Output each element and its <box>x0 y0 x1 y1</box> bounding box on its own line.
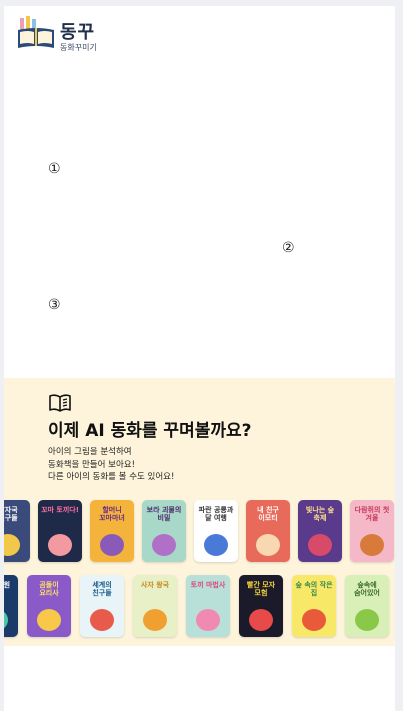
page: 동꾸 동화꾸미기 ① ② ③ 이제 AI 동화를 꾸며볼까요? 아이의 그림을 … <box>4 6 395 711</box>
book-cover-illustration <box>204 534 228 556</box>
book-cover-title: 곰돌이 요리사 <box>39 581 59 597</box>
book-cover[interactable]: 파란 공룡과 달 여행 <box>194 500 238 562</box>
book-cover[interactable]: 세계의 친구들 <box>80 575 124 637</box>
book-cover[interactable]: 빨간 모자 모험 <box>239 575 283 637</box>
book-cover-illustration <box>256 534 280 556</box>
book-cover[interactable]: 빛나는 숲 축제 <box>298 500 342 562</box>
logo-icon[interactable] <box>16 14 56 52</box>
book-cover-title: 토끼 마법사 <box>190 581 226 589</box>
promo-description-line: 동화책을 만들어 보아요! <box>48 459 136 470</box>
book-cover-illustration <box>48 534 72 556</box>
book-cover-illustration <box>152 534 176 556</box>
book-carousel-row-1[interactable]: 발자국 친구들 꼬마 토끼다! 할머니 꼬마마녀 보라 괴물의 비밀 파란 공룡과 달 … <box>4 500 395 564</box>
book-cover-title: 빛나는 숲 축제 <box>305 506 335 522</box>
book-cover-title: 꼬마 토끼다! <box>41 506 79 514</box>
book-cover-illustration <box>4 534 20 556</box>
book-cover-title: 파란 공룡과 달 여행 <box>198 506 234 522</box>
step-3-marker: ③ <box>48 297 61 313</box>
book-cover-title: 빨간 모자 모험 <box>246 581 276 597</box>
book-cover[interactable]: 사자 왕국 <box>133 575 177 637</box>
book-cover-illustration <box>308 534 332 556</box>
promo-section: 이제 AI 동화를 꾸며볼까요? 아이의 그림을 분석하여 동화책을 만들어 보… <box>4 378 395 646</box>
book-cover-title: 보라 괴물의 비밀 <box>146 506 182 522</box>
book-cover[interactable]: 발자국 친구들 <box>4 500 30 562</box>
promo-description-line: 아이의 그림을 분석하여 <box>48 447 132 457</box>
book-cover[interactable]: 하늘 정원 <box>4 575 18 637</box>
book-cover-illustration <box>100 534 124 556</box>
step-1-marker: ① <box>48 161 61 177</box>
book-cover-illustration <box>360 534 384 556</box>
book-cover-title: 숲속에 숨어있어 <box>354 581 380 597</box>
book-cover-title: 다람쥐의 첫 겨울 <box>354 506 390 522</box>
promo-description: 아이의 그림을 분석하여 동화책을 만들어 보아요! 다른 아이의 동화를 볼 … <box>48 446 174 484</box>
book-cover[interactable]: 다람쥐의 첫 겨울 <box>350 500 394 562</box>
header: 동꾸 동화꾸미기 <box>16 12 216 56</box>
book-cover[interactable]: 숲 속의 작은 집 <box>292 575 336 637</box>
step-2-marker: ② <box>282 240 295 256</box>
logo-title[interactable]: 동꾸 <box>60 18 95 44</box>
book-cover-title: 할머니 꼬마마녀 <box>99 506 125 522</box>
book-cover-title: 내 친구 이모티 <box>257 506 279 522</box>
promo-description-line: 다른 아이의 동화를 볼 수도 있어요! <box>48 472 175 482</box>
book-cover[interactable]: 보라 괴물의 비밀 <box>142 500 186 562</box>
promo-title: 이제 AI 동화를 꾸며볼까요? <box>48 421 252 441</box>
book-cover-title: 숲 속의 작은 집 <box>295 581 333 597</box>
book-carousel-row-2[interactable]: 하늘 정원 곰돌이 요리사 세계의 친구들 사자 왕국 토끼 마법사 빨간 모자 모험 숲 … <box>4 575 395 639</box>
book-cover-title: 발자국 친구들 <box>4 506 18 522</box>
book-cover-title: 하늘 정원 <box>4 581 11 589</box>
book-cover-illustration <box>249 609 273 631</box>
book-cover[interactable]: 숲속에 숨어있어 <box>345 575 389 637</box>
book-cover-illustration <box>37 609 61 631</box>
book-cover-illustration <box>355 609 379 631</box>
book-cover-illustration <box>302 609 326 631</box>
book-cover[interactable]: 내 친구 이모티 <box>246 500 290 562</box>
book-cover-illustration <box>143 609 167 631</box>
book-cover-title: 사자 왕국 <box>140 581 170 589</box>
book-cover-title: 세계의 친구들 <box>92 581 112 597</box>
book-cover-illustration <box>4 609 8 631</box>
book-cover[interactable]: 토끼 마법사 <box>186 575 230 637</box>
open-book-icon <box>48 393 72 413</box>
book-cover[interactable]: 곰돌이 요리사 <box>27 575 71 637</box>
book-cover[interactable]: 할머니 꼬마마녀 <box>90 500 134 562</box>
book-cover-illustration <box>196 609 220 631</box>
book-cover-illustration <box>90 609 114 631</box>
book-cover[interactable]: 꼬마 토끼다! <box>38 500 82 562</box>
logo-subtitle: 동화꾸미기 <box>60 43 97 52</box>
